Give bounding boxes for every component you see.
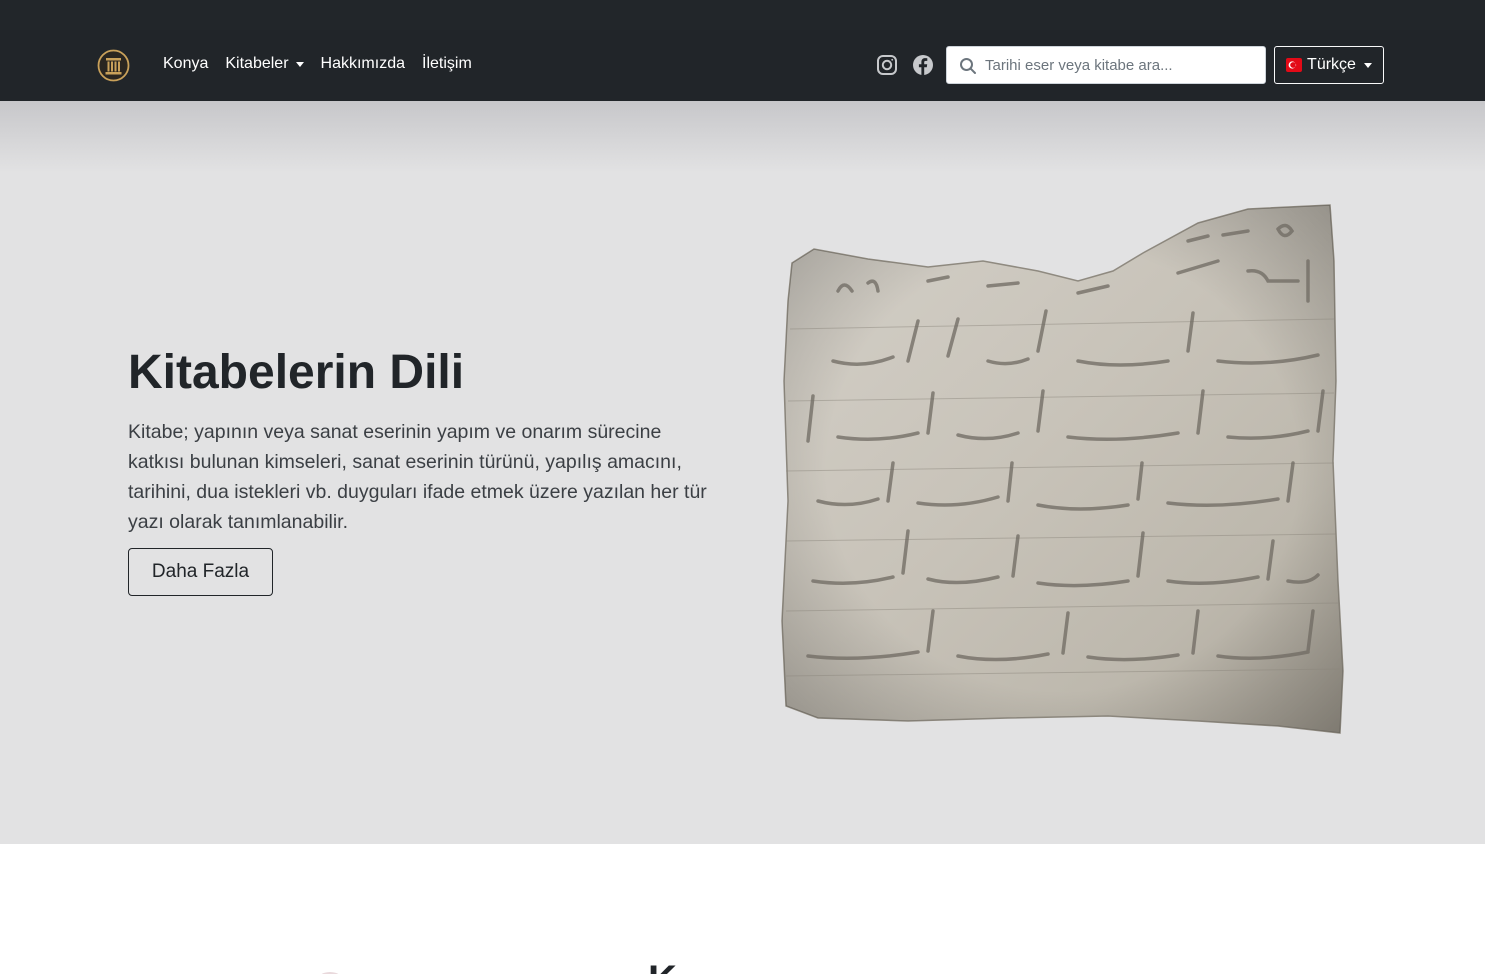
caret-down-icon [1363, 62, 1372, 68]
more-button[interactable]: Daha Fazla [128, 548, 273, 596]
facebook-icon[interactable] [912, 54, 934, 76]
nav-link-label: Hakkımızda [320, 55, 405, 72]
main-nav: Konya Kitabeler Hakkımızda İletişim [163, 55, 489, 73]
nav-link-label: Kitabeler [225, 55, 289, 72]
nav-link-label: İletişim [422, 55, 472, 72]
hero-description: Kitabe; yapının veya sanat eserinin yapı… [128, 421, 707, 533]
section-heading: K [648, 958, 677, 974]
section-image [310, 954, 440, 974]
language-label: Türkçe [1307, 56, 1356, 73]
next-section: K [0, 844, 1485, 974]
nav-link-konya[interactable]: Konya [163, 55, 208, 73]
caret-down-icon [295, 61, 304, 67]
turkey-flag-icon [1286, 58, 1303, 72]
brand-logo-icon[interactable] [97, 49, 130, 82]
nav-link-iletisim[interactable]: İletişim [422, 55, 472, 73]
nav-link-hakkimizda[interactable]: Hakkımızda [321, 55, 405, 73]
search-input[interactable] [985, 47, 1261, 83]
top-navbar: Konya Kitabeler Hakkımızda İletişim Tari… [0, 0, 1485, 101]
hero-title: Kitabelerin Dili [128, 346, 465, 399]
nav-dropdown-kitabeler[interactable]: Kitabeler [225, 55, 304, 73]
search-box [946, 46, 1266, 84]
language-dropdown-button[interactable]: Türkçe [1274, 46, 1384, 84]
nav-link-label: Konya [163, 55, 209, 72]
search-icon [959, 57, 977, 75]
stone-inscription-image [778, 201, 1346, 736]
instagram-icon[interactable] [876, 54, 898, 76]
hero-section: Kitabelerin Dili Kitabe; yapının veya sa… [0, 101, 1485, 844]
